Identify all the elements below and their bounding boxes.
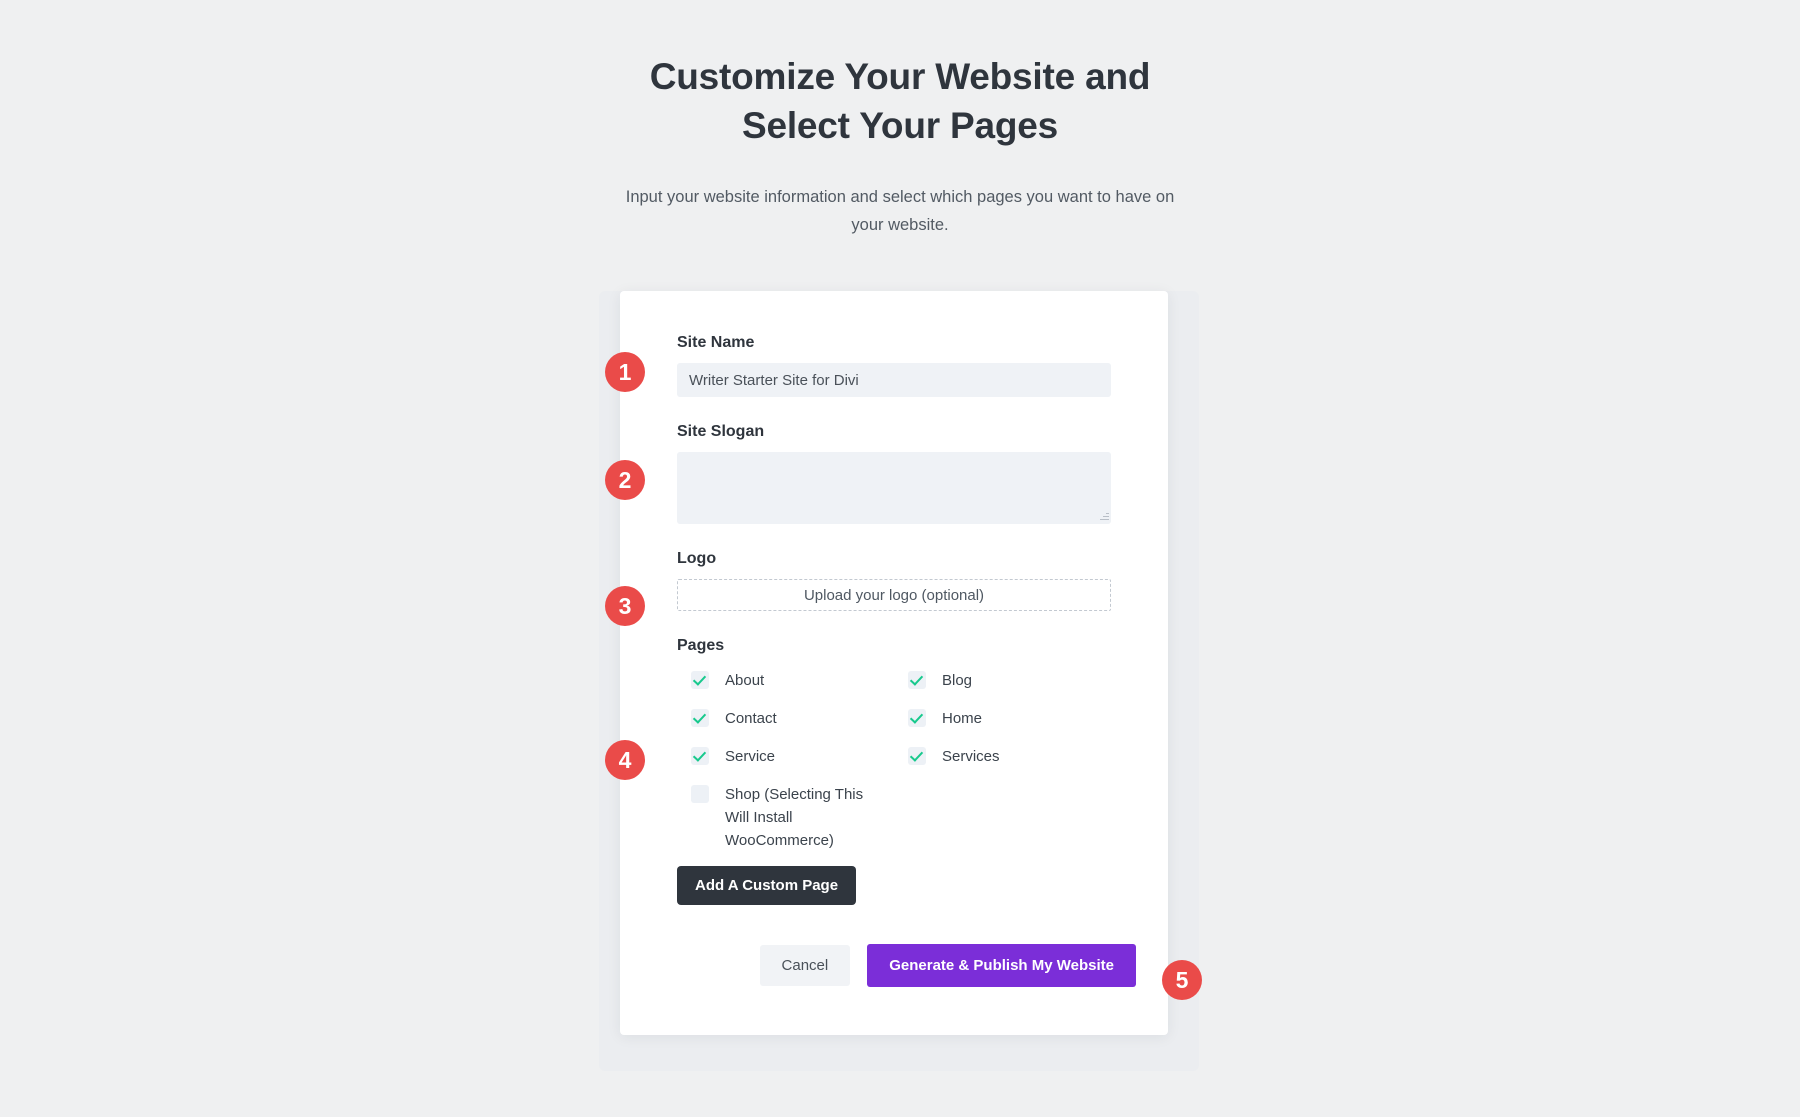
checkbox-icon[interactable] <box>691 785 709 803</box>
page-checkbox-label: Home <box>942 710 983 727</box>
checkbox-icon[interactable] <box>691 709 709 727</box>
checkbox-icon[interactable] <box>908 671 926 689</box>
site-name-input[interactable] <box>677 363 1111 397</box>
page-checkbox-about[interactable]: About <box>677 669 894 707</box>
annotation-badge-1: 1 <box>605 352 645 392</box>
page-checkbox-label: Shop (Selecting This Will Install WooCom… <box>725 786 864 849</box>
checkbox-icon[interactable] <box>691 747 709 765</box>
site-slogan-label: Site Slogan <box>677 423 765 440</box>
page-subtitle: Input your website information and selec… <box>625 188 1175 234</box>
page-checkbox-label: Contact <box>725 710 777 727</box>
wizard-page: Customize Your Website and Select Your P… <box>0 0 1800 1117</box>
logo-upload-dropzone[interactable]: Upload your logo (optional) <box>677 579 1111 611</box>
customization-form-card: Site Name Site Slogan Logo Upload your l… <box>620 291 1168 1035</box>
page-checkbox-label: Service <box>725 748 776 765</box>
page-checkbox-label: Services <box>942 748 1000 765</box>
site-slogan-field-group: Site Slogan <box>677 423 1111 524</box>
logo-field-group: Logo Upload your logo (optional) <box>677 550 1111 611</box>
site-name-label: Site Name <box>677 334 755 351</box>
add-custom-page-button[interactable]: Add A Custom Page <box>677 866 857 905</box>
page-checkbox-service[interactable]: Service <box>677 745 894 783</box>
pages-field-group: Pages About Blog Contact Home Service Se… <box>677 637 1111 905</box>
checkbox-icon[interactable] <box>691 671 709 689</box>
cancel-button[interactable]: Cancel <box>759 945 851 986</box>
page-checkbox-blog[interactable]: Blog <box>894 669 1111 707</box>
page-header: Customize Your Website and Select Your P… <box>620 52 1180 239</box>
page-checkbox-home[interactable]: Home <box>894 707 1111 745</box>
page-checkbox-shop[interactable]: Shop (Selecting This Will Install WooCom… <box>677 783 894 852</box>
page-checkbox-services[interactable]: Services <box>894 745 1111 783</box>
pages-checkbox-grid: About Blog Contact Home Service Services… <box>677 669 1111 852</box>
generate-publish-button[interactable]: Generate & Publish My Website <box>867 944 1136 987</box>
logo-upload-label: Upload your logo (optional) <box>803 586 985 604</box>
page-checkbox-label: About <box>725 672 765 689</box>
page-title: Customize Your Website and Select Your P… <box>649 56 1151 146</box>
annotation-badge-5: 5 <box>1162 960 1202 1000</box>
site-slogan-textarea[interactable] <box>677 452 1111 524</box>
card-footer: Cancel Generate & Publish My Website <box>759 944 1136 987</box>
checkbox-icon[interactable] <box>908 747 926 765</box>
logo-label: Logo <box>677 550 717 567</box>
page-checkbox-label: Blog <box>942 672 973 689</box>
annotation-badge-2: 2 <box>605 460 645 500</box>
site-name-field-group: Site Name <box>677 334 1111 397</box>
annotation-badge-3: 3 <box>605 586 645 626</box>
checkbox-icon[interactable] <box>908 709 926 727</box>
page-checkbox-contact[interactable]: Contact <box>677 707 894 745</box>
annotation-badge-4: 4 <box>605 740 645 780</box>
pages-label: Pages <box>677 637 725 654</box>
